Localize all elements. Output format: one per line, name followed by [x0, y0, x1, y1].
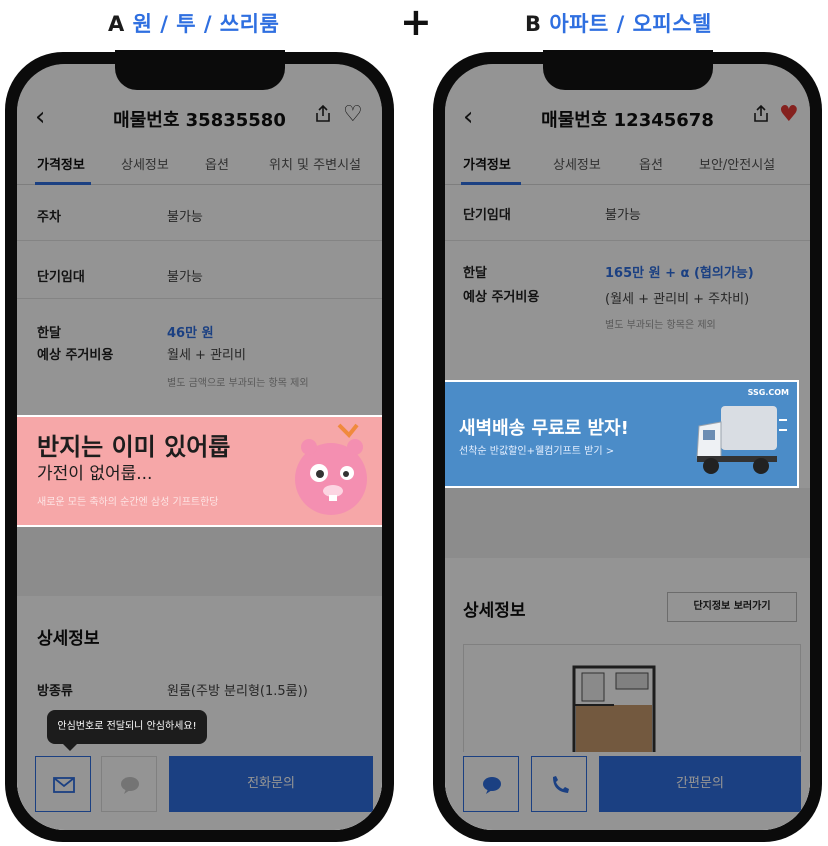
banner-headline: 새벽배송 무료로 받자!	[459, 418, 629, 439]
short-term-value: 불가능	[167, 270, 203, 285]
chat-bubble-icon	[483, 777, 501, 794]
phone-a-screen: ‹ 매물번호 35835580 ♡ 가격정보 상세정보 옵션 위치 및 주변시설…	[17, 64, 382, 830]
plus-sign: +	[400, 0, 432, 44]
caption-b: B 아파트 / 오피스텔	[525, 8, 712, 38]
chat-button[interactable]	[463, 756, 519, 812]
caption-b-letter: B	[525, 12, 542, 36]
parking-label: 주차	[37, 210, 61, 225]
ad-banner-ssg[interactable]: SSG.COM 새벽배송 무료로 받자! 선착순 반값할인+웰컴기프트 받기 >	[445, 380, 799, 488]
monthly-label-line1: 한달	[463, 266, 487, 281]
monthly-label-line1: 한달	[37, 326, 61, 341]
phone-notch	[114, 50, 285, 90]
phone-notch	[542, 50, 713, 90]
tab-bar: 가격정보 상세정보 옵션 위치 및 주변시설	[17, 144, 382, 185]
active-tab-indicator	[35, 182, 91, 185]
section-gap	[445, 488, 810, 558]
tab-location[interactable]: 위치 및 주변시설	[269, 154, 361, 173]
tab-price[interactable]: 가격정보	[463, 154, 511, 173]
tab-options[interactable]: 옵션	[205, 154, 229, 173]
room-type-value: 원룸(주방 분리형(1.5룸))	[167, 684, 308, 699]
parking-value: 불가능	[167, 210, 203, 225]
tab-price[interactable]: 가격정보	[37, 154, 85, 173]
phone-b-screen: ‹ 매물번호 12345678 ♥ 가격정보 상세정보 옵션 보안/안전시설 단…	[445, 64, 810, 830]
monthly-cost-value: 165만 원 + α (협의가능)	[605, 266, 754, 281]
tab-security[interactable]: 보안/안전시설	[699, 154, 775, 173]
share-icon[interactable]	[313, 104, 333, 124]
divider	[445, 240, 810, 241]
monthly-cost-value: 46만 원	[167, 326, 214, 341]
tab-detail[interactable]: 상세정보	[553, 154, 601, 173]
heart-outline-icon[interactable]: ♡	[343, 102, 363, 127]
heart-filled-icon[interactable]: ♥	[779, 102, 799, 127]
header: ‹ 매물번호 35835580 ♡	[17, 92, 382, 142]
banner-headline: 반지는 이미 있어룹	[37, 433, 231, 461]
section-gap	[17, 526, 382, 596]
short-term-label: 단기임대	[37, 270, 85, 285]
mail-icon	[53, 777, 75, 793]
room-type-label: 방종류	[37, 684, 73, 699]
bottom-action-bar: 간편문의	[445, 752, 810, 830]
message-button[interactable]	[35, 756, 91, 812]
monthly-cost-note: 별도 금액으로 부과되는 항목 제외	[167, 378, 309, 389]
phone-a: ‹ 매물번호 35835580 ♡ 가격정보 상세정보 옵션 위치 및 주변시설…	[5, 50, 394, 842]
ssg-logo: SSG.COM	[747, 388, 789, 397]
caption-b-text: 아파트 / 오피스텔	[549, 12, 712, 36]
divider	[17, 240, 382, 241]
short-term-label: 단기임대	[463, 208, 511, 223]
monthly-label-line2: 예상 주거비용	[463, 290, 540, 305]
banner-subline: 선착순 반값할인+웰컴기프트 받기 >	[459, 446, 615, 457]
chat-bubble-icon	[121, 777, 139, 794]
tab-detail[interactable]: 상세정보	[121, 154, 169, 173]
monthly-cost-detail: 월세 + 관리비	[167, 348, 246, 363]
safe-number-tooltip: 안심번호로 전달되니 안심하세요!	[47, 710, 207, 751]
phone-b: ‹ 매물번호 12345678 ♥ 가격정보 상세정보 옵션 보안/안전시설 단…	[433, 50, 822, 842]
beaver-character-icon	[295, 423, 367, 515]
floorplan-drawing-icon	[572, 665, 656, 767]
section-title-detail: 상세정보	[37, 629, 100, 649]
tab-bar: 가격정보 상세정보 옵션 보안/안전시설	[445, 144, 810, 185]
monthly-label-line2: 예상 주거비용	[37, 348, 114, 363]
short-term-value: 불가능	[605, 208, 641, 223]
chat-button[interactable]	[101, 756, 157, 812]
quick-inquiry-button[interactable]: 간편문의	[599, 756, 801, 812]
floorplan-image[interactable]	[463, 644, 801, 767]
section-title-detail: 상세정보	[463, 601, 526, 621]
active-tab-indicator	[461, 182, 521, 185]
ad-banner-samsung[interactable]: 반지는 이미 있어룹 가전이 없어룹... 새로운 모든 축하의 순간엔 삼성 …	[17, 415, 382, 527]
monthly-cost-detail: (월세 + 관리비 + 주차비)	[605, 292, 750, 307]
delivery-truck-icon	[696, 406, 787, 474]
phone-icon	[553, 776, 569, 793]
complex-info-button[interactable]: 단지정보 보러가기	[667, 592, 797, 622]
caption-a-text: 원 / 투 / 쓰리룸	[132, 12, 280, 36]
share-icon[interactable]	[751, 104, 771, 124]
tab-options[interactable]: 옵션	[639, 154, 663, 173]
caption-a: A 원 / 투 / 쓰리룸	[108, 8, 279, 38]
banner-subline: 가전이 없어룹...	[37, 464, 153, 484]
header: ‹ 매물번호 12345678 ♥	[445, 92, 810, 142]
divider	[17, 298, 382, 299]
caption-a-letter: A	[108, 12, 125, 36]
bottom-action-bar: 전화문의	[17, 752, 382, 830]
monthly-cost-note: 별도 부과되는 항목은 제외	[605, 320, 716, 331]
call-inquiry-button[interactable]: 전화문의	[169, 756, 373, 812]
banner-caption: 새로운 모든 축하의 순간엔 삼성 기프트한당	[37, 497, 219, 508]
phone-call-button[interactable]	[531, 756, 587, 812]
